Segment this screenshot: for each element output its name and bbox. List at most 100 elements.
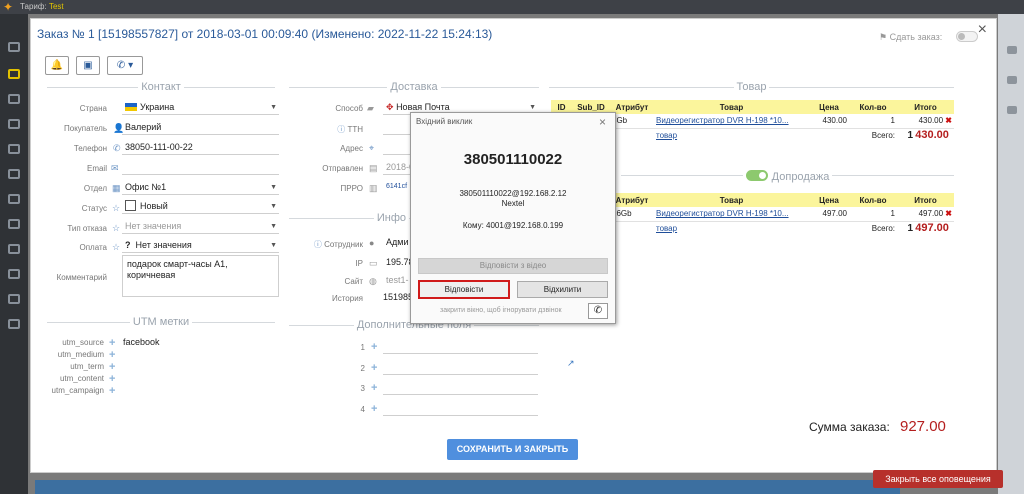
sidebar-icon[interactable] [8, 244, 20, 254]
employee-label: ⓘ Сотрудник [313, 240, 363, 249]
panel-icon[interactable] [1007, 76, 1017, 84]
info-section-title: Инфо [289, 212, 419, 224]
phone-icon[interactable]: ✆ [588, 303, 608, 319]
flag-icon [125, 103, 137, 111]
close-icon[interactable]: × [978, 21, 987, 39]
sdat-toggle[interactable] [956, 31, 978, 42]
goods-total-qty: 1 [907, 130, 913, 142]
answer-video-button[interactable]: Відповісти з відео [418, 258, 608, 274]
add-icon[interactable]: + [371, 342, 377, 353]
upsell-price[interactable]: 497.00 [809, 207, 849, 222]
goods-price[interactable]: 430.00 [809, 114, 849, 129]
goods-header: Итого [897, 100, 954, 114]
add-icon[interactable]: + [109, 362, 115, 373]
customer-field[interactable]: Валерий [122, 120, 279, 135]
delete-icon[interactable]: ✖ [945, 116, 952, 125]
bell-icon: 🔔 [50, 60, 64, 71]
utm-term-label: utm_term [70, 362, 104, 371]
country-select[interactable]: Украина ▼ [122, 100, 279, 115]
user-icon: ● [369, 238, 375, 248]
sidebar-icon[interactable] [8, 219, 20, 229]
add-icon[interactable]: + [371, 404, 377, 415]
upsell-header: Цена [809, 193, 849, 207]
add-icon[interactable]: + [109, 350, 115, 361]
truck-icon: ▰ [367, 103, 374, 113]
receipt-icon: ▥ [369, 183, 378, 193]
sidebar-icon[interactable] [8, 94, 20, 104]
ttn-label: ⓘ ТТН [337, 125, 363, 134]
app-topbar: ✦ Тариф: Test [0, 0, 1024, 14]
extra-num: 4 [360, 405, 365, 414]
extra-num: 3 [360, 384, 365, 393]
extra-num: 2 [360, 364, 365, 373]
add-goods-link[interactable]: товар [656, 131, 677, 140]
extra-field[interactable] [383, 339, 538, 354]
panel-icon[interactable] [1007, 106, 1017, 114]
close-icon[interactable]: × [599, 115, 606, 129]
save-close-button[interactable]: СОХРАНИТЬ И ЗАКРЫТЬ [447, 439, 578, 460]
email-field[interactable] [122, 160, 279, 175]
refusal-select[interactable]: Нет значения ▼ [122, 219, 279, 234]
sdat-label: ⚑ Сдать заказ: [879, 32, 943, 42]
sidebar-icon[interactable] [8, 144, 20, 154]
sidebar-icon[interactable] [8, 269, 20, 279]
incoming-call-dialog: Вхідний виклик × 380501110022 3805011100… [410, 112, 616, 324]
add-icon[interactable]: + [109, 338, 115, 349]
sidebar-icon[interactable] [8, 194, 20, 204]
sidebar-icon[interactable] [8, 319, 20, 329]
panel-icon[interactable] [1007, 46, 1017, 54]
add-icon[interactable]: + [371, 363, 377, 374]
goods-product-link[interactable]: Видеорегистратор DVR H-198 *10... [656, 116, 789, 125]
utm-campaign-label: utm_campaign [51, 386, 104, 395]
add-upsell-link[interactable]: товар [656, 224, 677, 233]
upsell-total-sum: 497.00 [915, 222, 949, 235]
dept-select[interactable]: Офис №1 ▼ [122, 180, 279, 195]
sidebar-icon[interactable] [8, 42, 20, 52]
card-button[interactable]: ▣ [76, 56, 100, 75]
sidebar-icon[interactable] [8, 294, 20, 304]
bell-button[interactable]: 🔔 [45, 56, 69, 75]
building-icon: ▦ [112, 183, 121, 193]
comment-field[interactable]: подарок смарт-часы А1, коричневая [122, 255, 279, 297]
sidebar-icon[interactable] [8, 69, 20, 79]
phone-button[interactable]: ✆ ▾ [107, 56, 143, 75]
table-row: 16Gb Видеорегистратор DVR H-198 *10... 4… [610, 207, 954, 222]
upsell-qty[interactable]: 1 [849, 207, 897, 222]
order-sum-label: Сумма заказа: [809, 420, 890, 434]
status-select[interactable]: Новый ▼ [122, 199, 279, 214]
dept-label: Отдел [83, 184, 107, 193]
add-icon[interactable]: + [109, 386, 115, 397]
extra-field[interactable] [383, 401, 538, 416]
payment-label: Оплата [79, 243, 107, 252]
reject-button[interactable]: Відхилити [517, 281, 608, 298]
phone-icon: ✆ ▾ [116, 60, 134, 71]
payment-select[interactable]: ? Нет значения ▼ [122, 238, 279, 253]
goods-total-label: Всего: [871, 130, 895, 140]
extra-field[interactable] [383, 380, 538, 395]
delete-icon[interactable]: ✖ [945, 209, 952, 218]
phone-icon: ✆ [113, 143, 121, 153]
answer-button[interactable]: Відповісти [418, 280, 510, 299]
upsell-toggle[interactable] [745, 170, 768, 181]
add-icon[interactable]: + [109, 374, 115, 385]
utm-source-label: utm_source [62, 338, 104, 347]
add-icon[interactable]: + [371, 383, 377, 394]
info-icon: ⓘ [337, 125, 348, 134]
utm-section-title: UTM метки [47, 316, 275, 328]
utm-content-label: utm_content [59, 374, 104, 383]
close-all-notifications-button[interactable]: Закрыть все оповещения [873, 470, 1003, 488]
external-link-icon[interactable]: ↗ [567, 358, 575, 369]
ip-label: IP [355, 259, 363, 268]
goods-qty[interactable]: 1 [849, 114, 897, 129]
phone-field[interactable]: 38050-111-00-22 [122, 140, 279, 155]
monitor-icon: ▭ [369, 258, 378, 268]
sidebar-icon[interactable] [8, 169, 20, 179]
upsell-product-link[interactable]: Видеорегистратор DVR H-198 *10... [656, 209, 789, 218]
envelope-icon: ✉ [111, 163, 119, 173]
extra-field[interactable] [383, 360, 538, 375]
order-title: Заказ № 1 [15198557827] от 2018-03-01 00… [37, 27, 493, 41]
prro-label: ПРРО [340, 184, 363, 193]
sidebar-icon[interactable] [8, 119, 20, 129]
goods-header: Товар [654, 100, 809, 114]
right-panel [998, 14, 1024, 494]
